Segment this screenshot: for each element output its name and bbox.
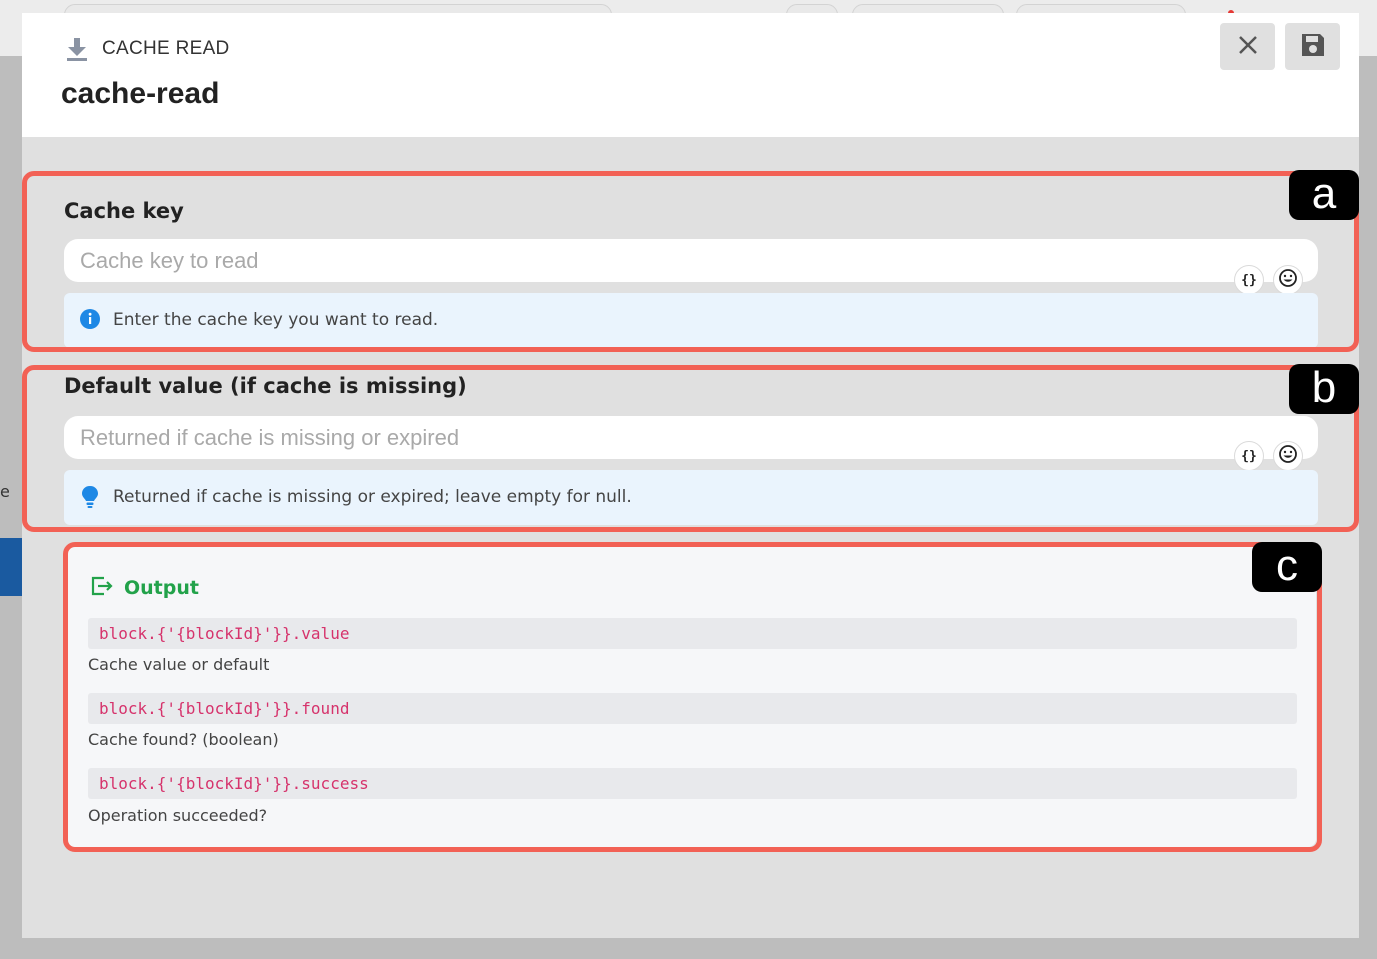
cache-key-input[interactable] [64, 239, 1318, 282]
smiley-icon [1278, 444, 1298, 468]
cache-key-variable-button[interactable]: {} [1234, 265, 1264, 295]
background-text-fragment: e [0, 482, 10, 501]
block-type-label: CACHE READ [102, 38, 230, 59]
output-header: Output [90, 575, 199, 601]
output-description-success: Operation succeeded? [88, 806, 268, 825]
cache-key-hint-text: Enter the cache key you want to read. [113, 310, 439, 330]
annotation-tag-b: b [1289, 364, 1359, 414]
output-title: Output [124, 577, 199, 599]
cache-key-label: Cache key [64, 199, 184, 223]
output-description-value: Cache value or default [88, 655, 270, 674]
close-icon [1237, 34, 1259, 60]
output-card: Output block.{'{blockId}'}}.value Cache … [66, 547, 1316, 847]
close-button[interactable] [1220, 23, 1275, 70]
default-value-emoji-button[interactable] [1273, 441, 1303, 471]
block-name-title: cache-read [61, 77, 220, 110]
output-code-success: block.{'{blockId}'}}.success [88, 768, 1297, 799]
default-value-label: Default value (if cache is missing) [64, 374, 467, 398]
curly-braces-icon: {} [1241, 448, 1257, 464]
cache-key-section: Cache key {} Ente [22, 173, 1359, 351]
default-value-hint: Returned if cache is missing or expired;… [64, 470, 1318, 525]
download-icon [66, 37, 88, 61]
save-icon [1300, 32, 1326, 62]
save-button[interactable] [1285, 23, 1340, 70]
cache-key-hint: Enter the cache key you want to read. [64, 293, 1318, 348]
curly-braces-icon: {} [1241, 272, 1257, 288]
default-value-variable-button[interactable]: {} [1234, 441, 1264, 471]
annotation-tag-c: c [1252, 542, 1322, 592]
default-value-hint-text: Returned if cache is missing or expired;… [113, 487, 632, 507]
smiley-icon [1278, 268, 1298, 292]
info-icon [79, 308, 101, 334]
cache-key-emoji-button[interactable] [1273, 265, 1303, 295]
modal-header: CACHE READ cache-read [22, 13, 1359, 137]
output-code-found: block.{'{blockId}'}}.found [88, 693, 1297, 724]
block-settings-modal: CACHE READ cache-read Cache key Cache ke… [22, 13, 1359, 938]
block-type-row: CACHE READ [66, 37, 230, 61]
default-value-input[interactable] [64, 416, 1318, 459]
annotation-tag-a: a [1289, 170, 1359, 220]
lightbulb-icon [79, 485, 101, 513]
output-icon [90, 575, 114, 601]
default-value-section: Default value (if cache is missing) {} [22, 368, 1359, 528]
background-blue-panel [0, 538, 22, 596]
output-code-value: block.{'{blockId}'}}.value [88, 618, 1297, 649]
output-description-found: Cache found? (boolean) [88, 730, 279, 749]
